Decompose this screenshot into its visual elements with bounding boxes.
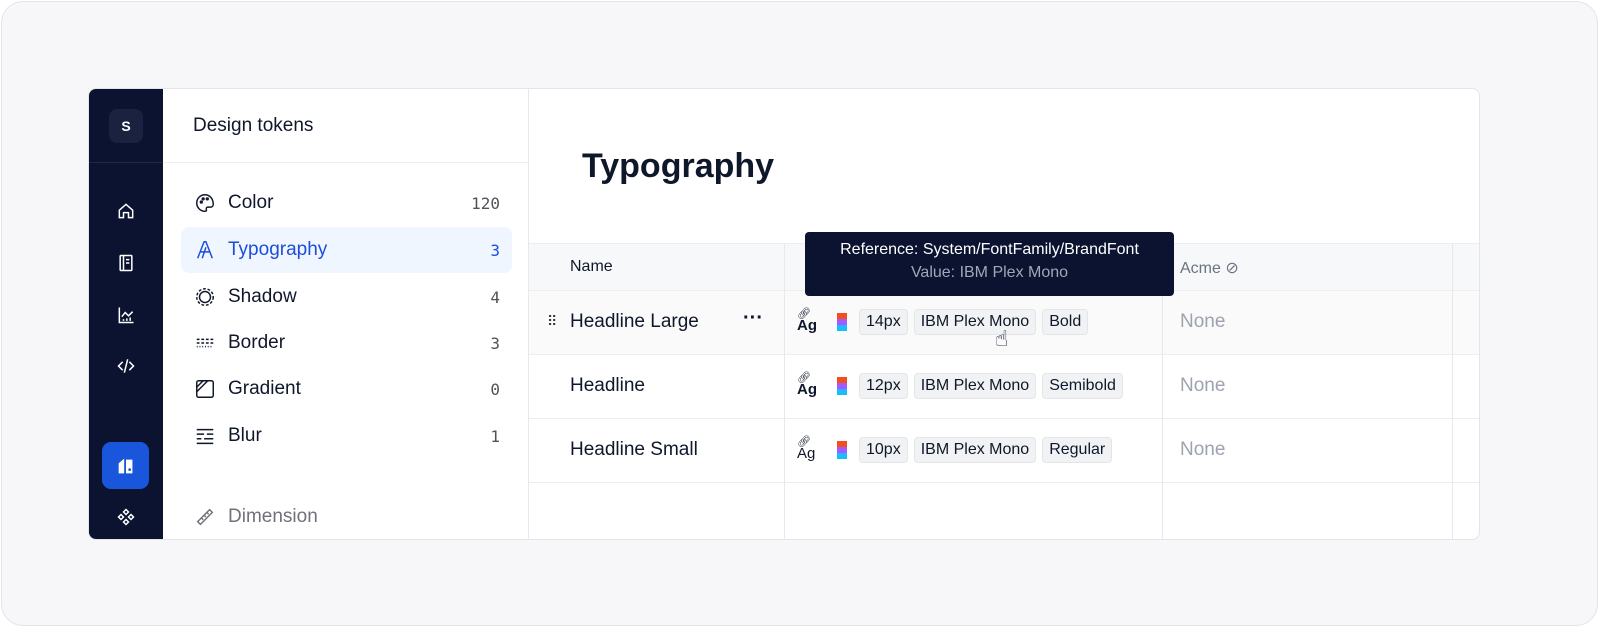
category-label: Color: [228, 192, 274, 213]
font-size-chip[interactable]: 14px: [859, 309, 908, 335]
typography-preview-icon: 🔗︎ Ag: [797, 436, 825, 462]
category-typography[interactable]: Typography 3: [181, 227, 512, 273]
link-icon: 🔗︎: [797, 307, 811, 320]
typography-icon: [193, 238, 217, 262]
category-blur[interactable]: Blur 1: [181, 413, 512, 459]
column-header-name[interactable]: Name: [570, 258, 613, 276]
border-icon: [193, 331, 217, 355]
category-label: Gradient: [228, 378, 301, 399]
category-gradient[interactable]: Gradient 0: [181, 366, 512, 412]
code-icon[interactable]: [114, 354, 138, 378]
workspace-logo[interactable]: S: [109, 109, 143, 143]
font-size-chip[interactable]: 12px: [859, 373, 908, 399]
blur-icon: [193, 424, 217, 448]
category-label: Border: [228, 332, 286, 353]
table-row[interactable]: Headline 🔗︎ Ag 12px IBM Plex Mono Semibold N…: [529, 355, 1479, 419]
panel-title: Design tokens: [193, 115, 314, 136]
figma-icon: [837, 313, 847, 331]
ruler-icon: [193, 505, 217, 529]
more-options-icon[interactable]: ···: [743, 307, 763, 330]
category-count: 3: [490, 240, 500, 260]
token-value: 🔗︎ Ag 14px IBM Plex Mono Bold: [797, 308, 1089, 335]
token-categories-panel: Design tokens Color 120 Typography 3 Shado…: [163, 89, 529, 539]
link-icon: ⊘: [1225, 260, 1239, 277]
category-count: 120: [471, 193, 500, 213]
token-value: 🔗︎ Ag 10px IBM Plex Mono Regular: [797, 436, 1113, 463]
column-label: Acme: [1180, 260, 1221, 277]
category-label: Shadow: [228, 286, 297, 307]
font-family-chip[interactable]: IBM Plex Mono: [913, 373, 1037, 399]
category-shadow[interactable]: Shadow 4: [181, 274, 512, 320]
components-icon[interactable]: [114, 505, 138, 529]
icon-rail: S: [89, 89, 163, 539]
typography-preview-icon: 🔗︎ Ag: [797, 372, 825, 398]
acme-value[interactable]: None: [1180, 375, 1225, 397]
table-row[interactable]: Headline Small 🔗︎ Ag 10px IBM Plex Mono Regu…: [529, 419, 1479, 483]
token-name: Headline Large: [570, 311, 699, 332]
category-label: Typography: [228, 239, 328, 260]
token-value: 🔗︎ Ag 12px IBM Plex Mono Semibold: [797, 372, 1123, 399]
typography-preview-icon: 🔗︎ Ag: [797, 308, 825, 334]
category-count: 0: [490, 379, 500, 399]
category-count: 4: [490, 287, 500, 307]
category-count: 1: [490, 426, 500, 446]
reference-tooltip: Reference: System/FontFamily/BrandFont V…: [805, 232, 1174, 296]
link-icon: 🔗︎: [797, 435, 811, 448]
tokens-icon[interactable]: [102, 442, 149, 489]
column-divider: [1452, 243, 1453, 539]
shadow-icon: [193, 285, 217, 309]
category-border[interactable]: Border 3: [181, 320, 512, 366]
book-icon[interactable]: [114, 251, 138, 275]
tooltip-reference: Reference: System/FontFamily/BrandFont: [840, 241, 1139, 258]
font-size-chip[interactable]: 10px: [859, 437, 908, 463]
acme-value[interactable]: None: [1180, 311, 1225, 333]
font-weight-chip[interactable]: Bold: [1042, 309, 1089, 335]
page-title: Typography: [582, 147, 775, 185]
category-label: Blur: [228, 425, 262, 446]
category-label: Dimension: [228, 506, 318, 527]
main-content: Typography Name Acme ⊘ ⠿ Headline Large …: [529, 89, 1479, 539]
font-weight-chip[interactable]: Regular: [1042, 437, 1113, 463]
hand-cursor-icon: ☝︎: [995, 326, 1009, 351]
category-color[interactable]: Color 120: [181, 180, 512, 226]
column-divider: [784, 243, 785, 539]
token-name: Headline Small: [570, 439, 698, 460]
gradient-icon: [193, 377, 217, 401]
tooltip-value: Value: IBM Plex Mono: [910, 264, 1069, 281]
figma-icon: [837, 377, 847, 395]
link-icon: 🔗︎: [797, 371, 811, 384]
app-window: S Design tokens Color 120 Typography 3 Sha…: [88, 88, 1480, 540]
divider: [89, 162, 163, 163]
home-icon[interactable]: [114, 199, 138, 223]
palette-icon: [193, 191, 217, 215]
category-dimension[interactable]: Dimension: [181, 494, 512, 539]
divider: [163, 162, 528, 163]
font-family-chip[interactable]: IBM Plex Mono: [913, 437, 1037, 463]
drag-handle-icon[interactable]: ⠿: [547, 313, 557, 330]
category-count: 3: [490, 333, 500, 353]
font-family-chip[interactable]: IBM Plex Mono: [913, 309, 1037, 335]
column-header-acme[interactable]: Acme ⊘: [1180, 258, 1239, 278]
token-name: Headline: [570, 375, 645, 396]
figma-icon: [837, 441, 847, 459]
chart-icon[interactable]: [114, 303, 138, 327]
acme-value[interactable]: None: [1180, 439, 1225, 461]
font-weight-chip[interactable]: Semibold: [1042, 373, 1123, 399]
